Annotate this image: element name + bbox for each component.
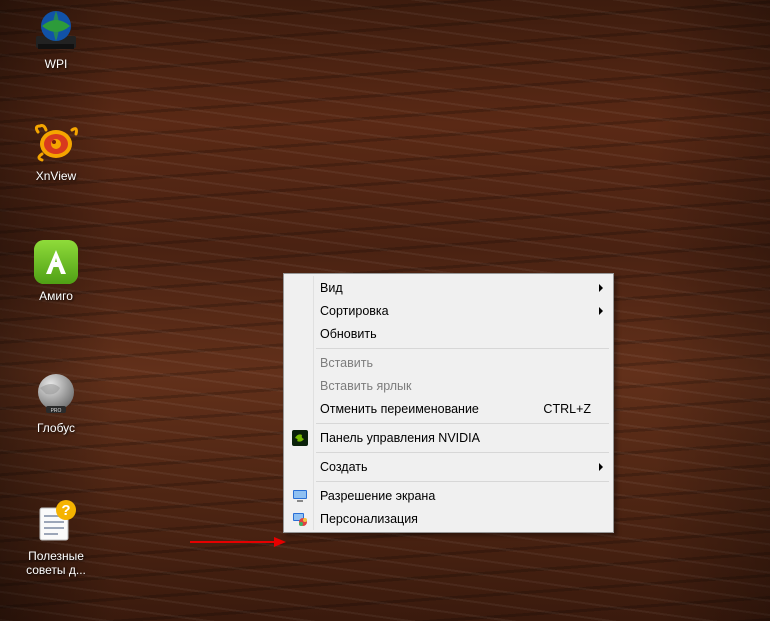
desktop-icon-amigo[interactable]: Амиго: [18, 238, 94, 304]
menu-item-sort[interactable]: Сортировка: [286, 299, 611, 322]
desktop-icon-xnview[interactable]: XnView: [18, 118, 94, 184]
menu-item-undo-rename[interactable]: Отменить переименование CTRL+Z: [286, 397, 611, 420]
annotation-arrow: [188, 535, 288, 554]
menu-item-label: Обновить: [320, 327, 377, 341]
menu-item-label: Вид: [320, 281, 343, 295]
menu-item-refresh[interactable]: Обновить: [286, 322, 611, 345]
menu-item-label: Вставить: [320, 356, 373, 370]
desktop-icon-label: Полезные советы д...: [18, 550, 94, 578]
menu-item-label: Вставить ярлык: [320, 379, 412, 393]
submenu-arrow-icon: [599, 463, 603, 471]
menu-item-nvidia[interactable]: Панель управления NVIDIA: [286, 426, 611, 449]
submenu-arrow-icon: [599, 307, 603, 315]
xnview-icon: [32, 118, 80, 166]
menu-item-create[interactable]: Создать: [286, 455, 611, 478]
amigo-icon: [32, 238, 80, 286]
desktop-context-menu: Вид Сортировка Обновить Вставить Вставит…: [283, 273, 614, 533]
menu-item-label: Сортировка: [320, 304, 389, 318]
desktop-icon-wpi[interactable]: WPI: [18, 6, 94, 72]
desktop-icon-label: Амиго: [39, 290, 73, 304]
svg-text:PRO: PRO: [51, 408, 62, 414]
svg-text:?: ?: [61, 502, 70, 519]
monitor-icon: [292, 488, 308, 504]
menu-item-label: Создать: [320, 460, 368, 474]
personalize-icon: [292, 511, 308, 527]
menu-item-label: Отменить переименование: [320, 402, 479, 416]
desktop-icon-label: XnView: [36, 170, 76, 184]
desktop-icon-label: Глобус: [37, 422, 75, 436]
globus-icon: PRO: [32, 370, 80, 418]
desktop-icon-label: WPI: [45, 58, 68, 72]
menu-item-shortcut: CTRL+Z: [543, 402, 591, 416]
menu-item-label: Панель управления NVIDIA: [320, 431, 480, 445]
menu-item-resolution[interactable]: Разрешение экрана: [286, 484, 611, 507]
desktop-icon-globus[interactable]: PRO Глобус: [18, 370, 94, 436]
desktop-icon-poleznye[interactable]: ? Полезные советы д...: [18, 498, 94, 578]
menu-item-view[interactable]: Вид: [286, 276, 611, 299]
menu-item-paste: Вставить: [286, 351, 611, 374]
menu-item-label: Разрешение экрана: [320, 489, 435, 503]
menu-item-paste-shortcut: Вставить ярлык: [286, 374, 611, 397]
wpi-icon: [32, 6, 80, 54]
submenu-arrow-icon: [599, 284, 603, 292]
help-doc-icon: ?: [32, 498, 80, 546]
nvidia-icon: [292, 430, 308, 446]
menu-item-personalize[interactable]: Персонализация: [286, 507, 611, 530]
menu-item-label: Персонализация: [320, 512, 418, 526]
